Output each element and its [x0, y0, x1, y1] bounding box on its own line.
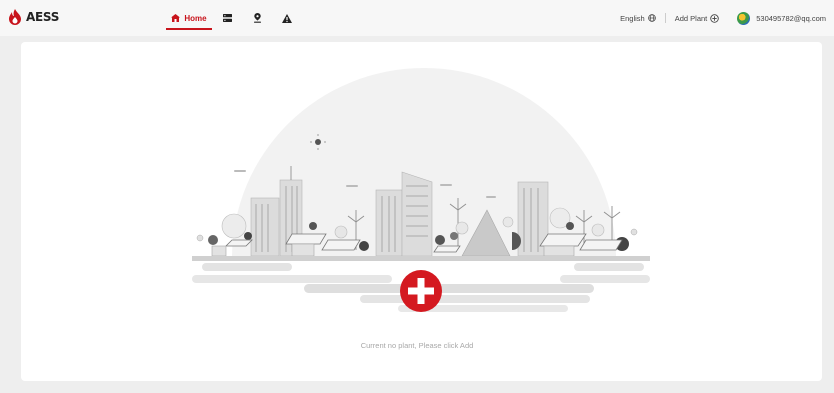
add-plant-big-icon[interactable]	[400, 270, 442, 312]
empty-state-illustration	[192, 68, 650, 312]
empty-state-message: Current no plant, Please click Add	[360, 341, 474, 350]
